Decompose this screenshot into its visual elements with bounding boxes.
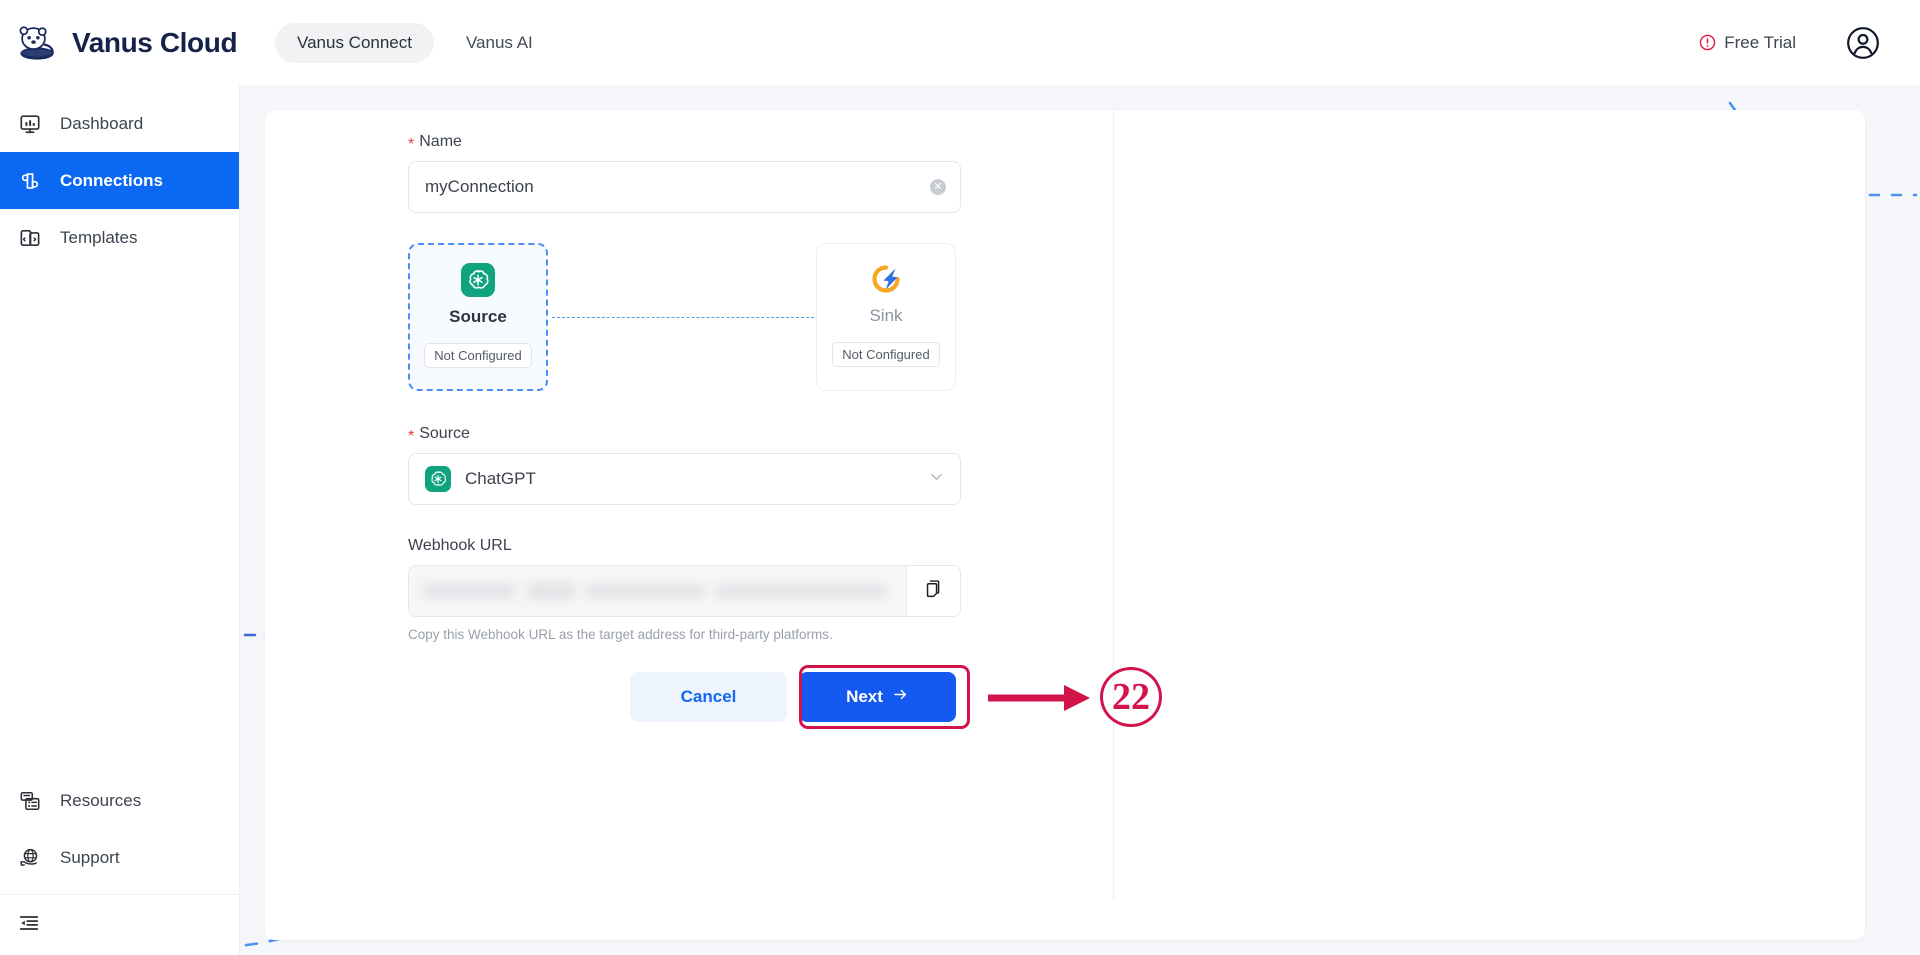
sidebar-item-label: Support [60,847,120,867]
warning-circle-icon [1699,34,1716,51]
arrow-right-icon [892,686,909,708]
source-select[interactable]: ChatGPT [408,453,961,505]
otter-logo-icon [16,22,58,64]
name-label: * Name [408,133,968,153]
annotation-step-number: 22 [1100,667,1162,727]
top-bar-right: Free Trial [1699,26,1920,60]
sidebar: Dashboard Connections Templates Resource… [0,85,240,955]
clear-circle-icon[interactable]: ✕ [930,179,946,195]
redacted-block [527,582,575,600]
form-actions: Cancel Next 22 [408,665,1162,729]
dashboard-monitor-icon [18,112,42,136]
webhook-url-row [408,565,961,617]
name-label-text: Name [419,133,462,150]
sidebar-collapse-button[interactable] [0,895,239,955]
sink-node-card[interactable]: Sink Not Configured [816,243,956,391]
top-tabs: Vanus Connect Vanus AI [275,22,555,63]
chatgpt-icon [425,466,451,492]
sidebar-item-label: Resources [60,790,142,810]
resources-icon [18,789,42,813]
brand-name: Vanus Cloud [72,26,238,58]
webhook-hint: Copy this Webhook URL as the target addr… [408,627,833,642]
sidebar-item-connections[interactable]: Connections [0,152,239,209]
sidebar-item-label: Dashboard [60,113,144,133]
tab-vanus-ai[interactable]: Vanus AI [444,23,555,63]
chevron-down-icon [929,469,944,489]
sidebar-item-templates[interactable]: Templates [0,209,239,266]
sink-status-badge: Not Configured [832,342,940,367]
copy-webhook-button[interactable] [906,566,960,616]
webhook-field-group: Webhook URL Copy this Webhook URL as the… [408,537,968,642]
column-divider [1113,110,1114,900]
webhook-url-input[interactable] [409,566,906,616]
name-input-value: myConnection [425,177,534,196]
connection-form-card: * Name myConnection ✕ Source Not Configu… [265,110,1865,940]
next-button-label: Next [846,687,883,706]
pipeline-nodes: Source Not Configured Sink Not Configure… [408,243,961,393]
sidebar-item-label: Templates [60,227,138,247]
source-node-title: Source [449,307,507,326]
chatgpt-icon [461,263,495,297]
source-label: * Source [408,425,968,445]
next-button[interactable]: Next [799,672,956,722]
user-circle-icon[interactable] [1846,26,1880,60]
cancel-button[interactable]: Cancel [630,672,787,722]
redacted-block [423,583,515,599]
top-bar: Vanus Cloud Vanus Connect Vanus AI Free … [0,0,1920,85]
name-field-group: * Name myConnection ✕ [408,133,968,213]
source-select-value: ChatGPT [465,469,536,488]
vanus-sink-icon [869,262,903,296]
sidebar-item-support[interactable]: Support [0,829,239,886]
sidebar-item-resources[interactable]: Resources [0,772,239,829]
support-globe-icon [18,846,42,870]
redacted-block [715,584,887,598]
connections-icon [18,169,42,193]
app-root: Vanus Cloud Vanus Connect Vanus AI Free … [0,0,1920,955]
source-node-card[interactable]: Source Not Configured [408,243,548,391]
annotation-arrow-icon [988,685,1090,711]
templates-icon [18,226,42,250]
free-trial-label: Free Trial [1724,32,1796,52]
required-marker: * [408,136,415,153]
sidebar-item-dashboard[interactable]: Dashboard [0,95,239,152]
required-marker: * [408,428,415,445]
tab-vanus-connect[interactable]: Vanus Connect [275,22,434,63]
main-area: * Name myConnection ✕ Source Not Configu… [240,85,1920,955]
copy-icon [923,578,944,604]
redacted-block [585,584,705,598]
sink-node-title: Sink [869,306,903,325]
name-input[interactable]: myConnection ✕ [408,161,961,213]
webhook-label: Webhook URL [408,537,968,555]
sidebar-secondary-nav: Resources Support [0,772,239,955]
source-status-badge: Not Configured [424,343,532,368]
connection-form: * Name myConnection ✕ Source Not Configu… [408,133,1162,729]
webhook-label-text: Webhook URL [408,537,512,554]
sidebar-item-label: Connections [60,170,163,190]
source-label-text: Source [419,425,470,442]
collapse-sidebar-icon [18,912,40,939]
source-field-group: * Source ChatGPT [408,425,968,505]
brand[interactable]: Vanus Cloud [0,22,245,64]
node-link-line [552,317,814,318]
free-trial-badge[interactable]: Free Trial [1699,33,1796,53]
sidebar-primary-nav: Dashboard Connections Templates [0,85,239,266]
